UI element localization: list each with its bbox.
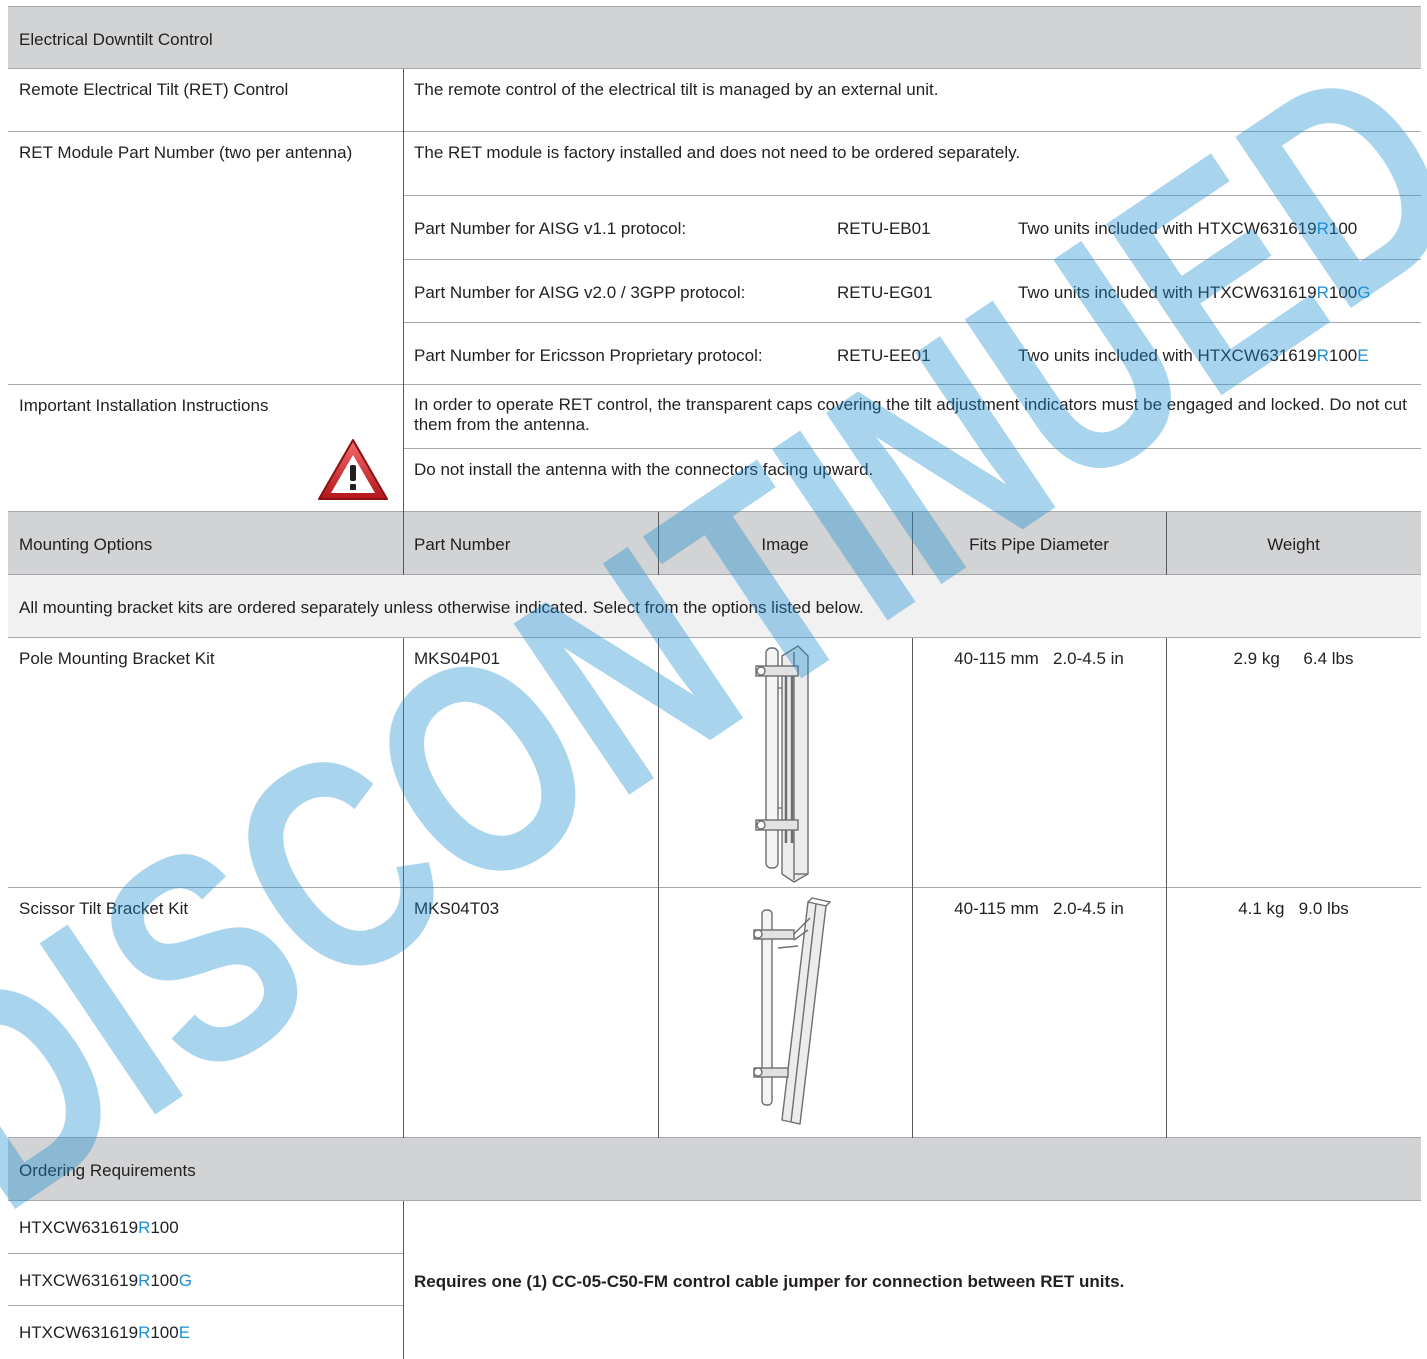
ret-part-number: RETU-EG01	[837, 283, 933, 302]
ret-control-row: Remote Electrical Tilt (RET) Control The…	[8, 69, 1421, 132]
mounting-title: Mounting Options	[19, 535, 153, 554]
mounting-kit-row: Scissor Tilt Bracket Kit MKS04T03 40-115…	[8, 888, 1421, 1138]
kit-name: Pole Mounting Bracket Kit	[19, 649, 215, 668]
ret-module-block: RET Module Part Number (two per antenna)…	[8, 132, 1421, 385]
kit-weight: 2.9 kg 6.4 lbs	[1233, 649, 1354, 668]
col-header-part-number: Part Number	[414, 535, 511, 554]
kit-part-number: MKS04T03	[414, 899, 500, 918]
ordering-block: HTXCW631619R100 HTXCW631619R100G HTXCW63…	[8, 1201, 1421, 1359]
installation-text-caps: In order to operate RET control, the tra…	[414, 395, 1407, 434]
kit-name: Scissor Tilt Bracket Kit	[19, 899, 189, 918]
kit-pipe-diameter: 40-115 mm 2.0-4.5 in	[954, 899, 1124, 918]
installation-block: Important Installation Instructions In o…	[8, 385, 1421, 512]
kit-part-number: MKS04P01	[414, 649, 500, 668]
ret-control-text: The remote control of the electrical til…	[414, 80, 939, 99]
scissor-bracket-image	[658, 888, 912, 1138]
ordering-requirement: Requires one (1) CC-05-C50-FM control ca…	[414, 1272, 1125, 1291]
ret-part-number: RETU-EB01	[837, 219, 931, 238]
ret-part-row: Part Number for AISG v1.1 protocol: RETU…	[403, 196, 1421, 259]
ret-part-note: Two units included with HTXCW631619R100	[1018, 219, 1358, 238]
col-header-weight: Weight	[1267, 535, 1320, 554]
ordering-model: HTXCW631619R100	[19, 1218, 179, 1237]
ret-part-row: Part Number for AISG v2.0 / 3GPP protoco…	[403, 260, 1421, 322]
installation-text-connectors: Do not install the antenna with the conn…	[414, 460, 874, 479]
col-header-image: Image	[761, 535, 809, 554]
col-header-pipe-diameter: Fits Pipe Diameter	[969, 535, 1109, 554]
mounting-note-row: All mounting bracket kits are ordered se…	[8, 575, 1421, 638]
kit-weight: 4.1 kg 9.0 lbs	[1238, 899, 1349, 918]
ret-module-label: RET Module Part Number (two per antenna)	[19, 143, 353, 162]
ordering-model: HTXCW631619R100E	[19, 1323, 191, 1342]
kit-pipe-diameter: 40-115 mm 2.0-4.5 in	[954, 649, 1124, 668]
ret-control-label: Remote Electrical Tilt (RET) Control	[19, 80, 289, 99]
mounting-header-row: Mounting Options Part Number Image Fits …	[8, 512, 1421, 575]
section-header-downtilt: Electrical Downtilt Control	[8, 6, 1421, 69]
ret-part-desc: Part Number for AISG v1.1 protocol:	[414, 219, 687, 238]
ret-part-desc: Part Number for AISG v2.0 / 3GPP protoco…	[414, 283, 746, 302]
ret-part-desc: Part Number for Ericsson Proprietary pro…	[414, 346, 763, 365]
warning-triangle-icon	[316, 437, 390, 503]
ret-part-number: RETU-EE01	[837, 346, 931, 365]
mounting-kit-row: Pole Mounting Bracket Kit MKS04P01 40-11…	[8, 638, 1421, 888]
ret-module-text: The RET module is factory installed and …	[414, 143, 1021, 162]
ret-part-note: Two units included with HTXCW631619R100E	[1018, 346, 1369, 365]
ordering-model: HTXCW631619R100G	[19, 1271, 192, 1290]
section-header-ordering: Ordering Requirements	[8, 1138, 1421, 1201]
pole-bracket-image	[658, 638, 912, 888]
section-title: Electrical Downtilt Control	[19, 30, 213, 49]
section-title: Ordering Requirements	[19, 1161, 196, 1180]
ret-part-note: Two units included with HTXCW631619R100G	[1018, 283, 1371, 302]
ret-part-row: Part Number for Ericsson Proprietary pro…	[403, 323, 1421, 385]
mounting-note: All mounting bracket kits are ordered se…	[19, 598, 864, 617]
